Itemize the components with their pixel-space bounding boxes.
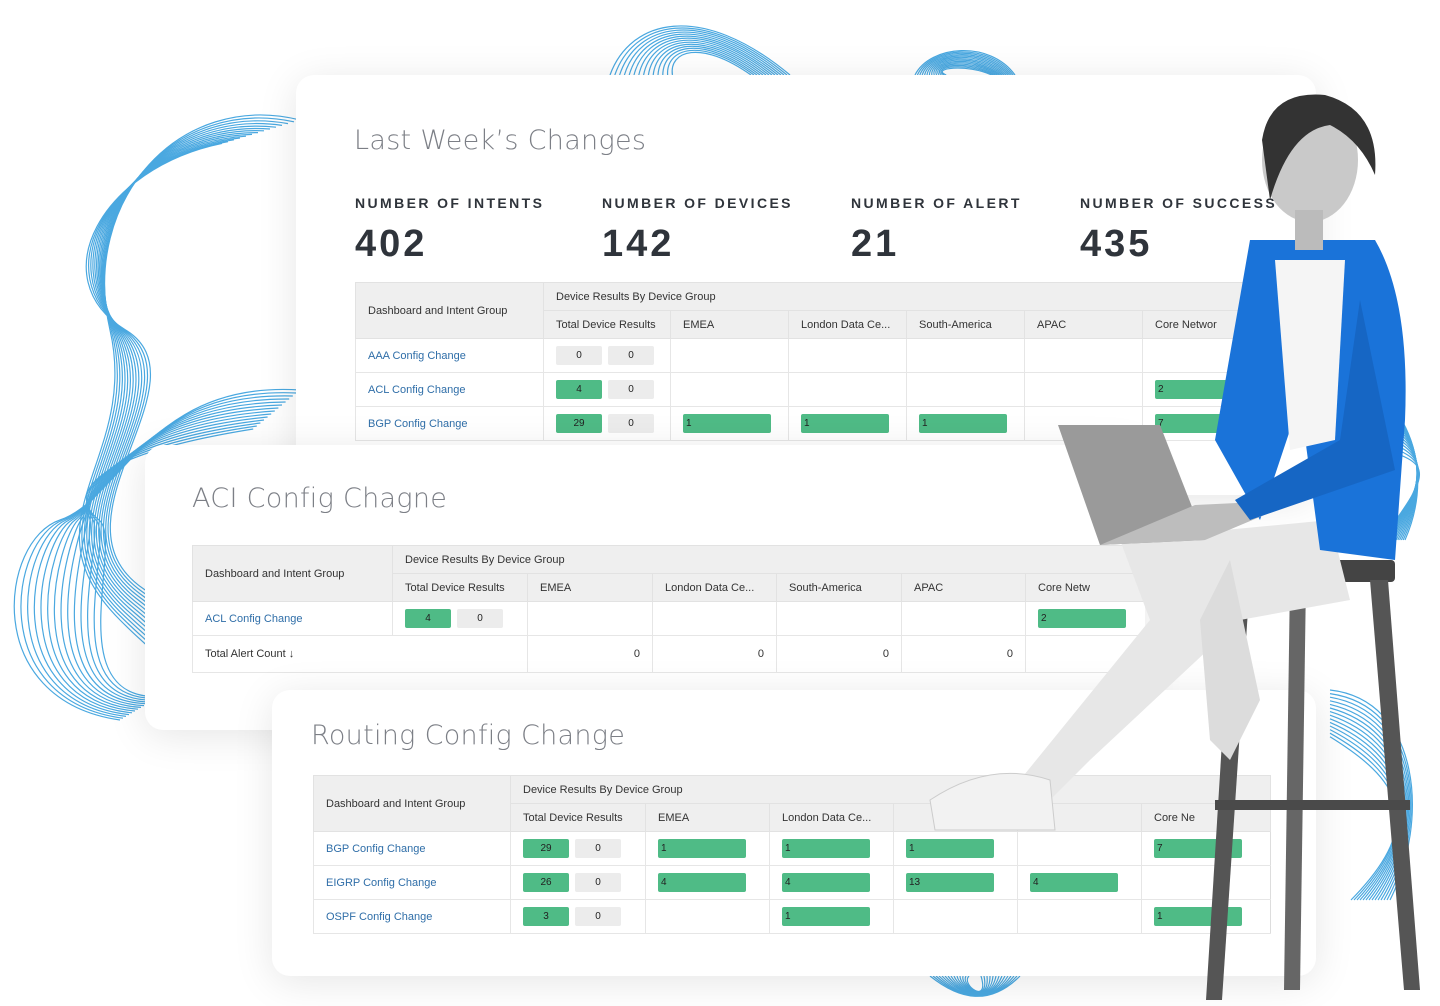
device-group-cell: 1: [769, 899, 894, 934]
group-header: Dashboard and Intent Group: [313, 775, 511, 832]
result-bar[interactable]: 4: [658, 873, 746, 892]
total-device-results-cell: 40: [543, 372, 671, 407]
column-header[interactable]: London Data Ce...: [788, 310, 907, 339]
intent-group-link[interactable]: ACL Config Change: [355, 372, 544, 407]
device-group-cell: 1: [645, 831, 770, 866]
device-group-cell: 4: [645, 865, 770, 900]
device-group-cell: [527, 601, 653, 636]
column-header[interactable]: EMEA: [527, 573, 653, 602]
total-device-results-cell: 29 0: [510, 831, 646, 866]
total-alert-value: 0: [776, 635, 902, 673]
success-count-badge[interactable]: 29: [556, 414, 602, 433]
success-count-badge[interactable]: 0: [556, 346, 602, 365]
intent-group-link[interactable]: AAA Config Change: [355, 338, 544, 373]
result-bar[interactable]: 1: [801, 414, 889, 433]
device-group-cell: 1: [769, 831, 894, 866]
stat-intents: NUMBER OF INTENTS 402: [355, 195, 544, 266]
device-group-cell: [670, 338, 789, 373]
failure-count-badge[interactable]: 0: [575, 873, 621, 892]
intent-group-link[interactable]: EIGRP Config Change: [313, 865, 511, 900]
result-bar[interactable]: 1: [683, 414, 771, 433]
success-count-badge[interactable]: 29: [523, 839, 569, 858]
column-header[interactable]: Total Device Results: [392, 573, 528, 602]
success-count-badge[interactable]: 4: [405, 609, 451, 628]
total-device-results-cell: 00: [543, 338, 671, 373]
failure-count-badge[interactable]: 0: [608, 414, 654, 433]
total-alert-label[interactable]: Total Alert Count ↓: [192, 635, 528, 673]
result-bar[interactable]: 1: [782, 907, 870, 926]
device-group-cell: 1: [670, 406, 789, 441]
failure-count-badge[interactable]: 0: [575, 839, 621, 858]
group-header: Dashboard and Intent Group: [355, 282, 544, 339]
total-device-results-cell: 29 0: [543, 406, 671, 441]
device-group-cell: [788, 338, 907, 373]
stat-label: NUMBER OF DEVICES: [602, 195, 793, 211]
device-group-cell: [670, 372, 789, 407]
device-group-cell: [645, 899, 770, 934]
device-group-cell: 1: [788, 406, 907, 441]
intent-group-link[interactable]: OSPF Config Change: [313, 899, 511, 934]
total-device-results-cell: 30: [510, 899, 646, 934]
intent-group-link[interactable]: ACL Config Change: [192, 601, 393, 636]
success-count-badge[interactable]: 26: [523, 873, 569, 892]
failure-count-badge[interactable]: 0: [457, 609, 503, 628]
device-group-cell: [652, 601, 777, 636]
device-group-cell: [788, 372, 907, 407]
success-count-badge[interactable]: 4: [556, 380, 602, 399]
column-header[interactable]: EMEA: [670, 310, 789, 339]
result-bar[interactable]: 4: [782, 873, 870, 892]
failure-count-badge[interactable]: 0: [575, 907, 621, 926]
failure-count-badge[interactable]: 0: [608, 380, 654, 399]
stat-devices: NUMBER OF DEVICES 142: [602, 195, 793, 266]
woman-with-laptop-photo: [929, 94, 1420, 1000]
total-device-results-cell: 40: [392, 601, 528, 636]
column-header[interactable]: Total Device Results: [543, 310, 671, 339]
stat-label: NUMBER OF INTENTS: [355, 195, 545, 211]
group-header: Dashboard and Intent Group: [192, 545, 393, 602]
stat-value: 142: [602, 223, 675, 265]
column-header[interactable]: EMEA: [645, 803, 770, 832]
total-alert-value: 0: [652, 635, 777, 673]
column-header[interactable]: Total Device Results: [510, 803, 646, 832]
column-header[interactable]: London Data Ce...: [769, 803, 894, 832]
column-header[interactable]: South-America: [776, 573, 902, 602]
total-device-results-cell: 26 0: [510, 865, 646, 900]
total-alert-value: 0: [527, 635, 653, 673]
card-title: Last Week’s Changes: [354, 125, 647, 156]
stat-value: 402: [355, 223, 428, 265]
result-bar[interactable]: 1: [782, 839, 870, 858]
card-title: ACI Config Chagne: [192, 483, 448, 514]
column-header[interactable]: London Data Ce...: [652, 573, 777, 602]
card-title: Routing Config Change: [311, 720, 626, 751]
intent-group-link[interactable]: BGP Config Change: [313, 831, 511, 866]
device-group-cell: 4: [769, 865, 894, 900]
success-count-badge[interactable]: 3: [523, 907, 569, 926]
intent-group-link[interactable]: BGP Config Change: [355, 406, 544, 441]
device-group-cell: [776, 601, 902, 636]
failure-count-badge[interactable]: 0: [608, 346, 654, 365]
result-bar[interactable]: 1: [658, 839, 746, 858]
